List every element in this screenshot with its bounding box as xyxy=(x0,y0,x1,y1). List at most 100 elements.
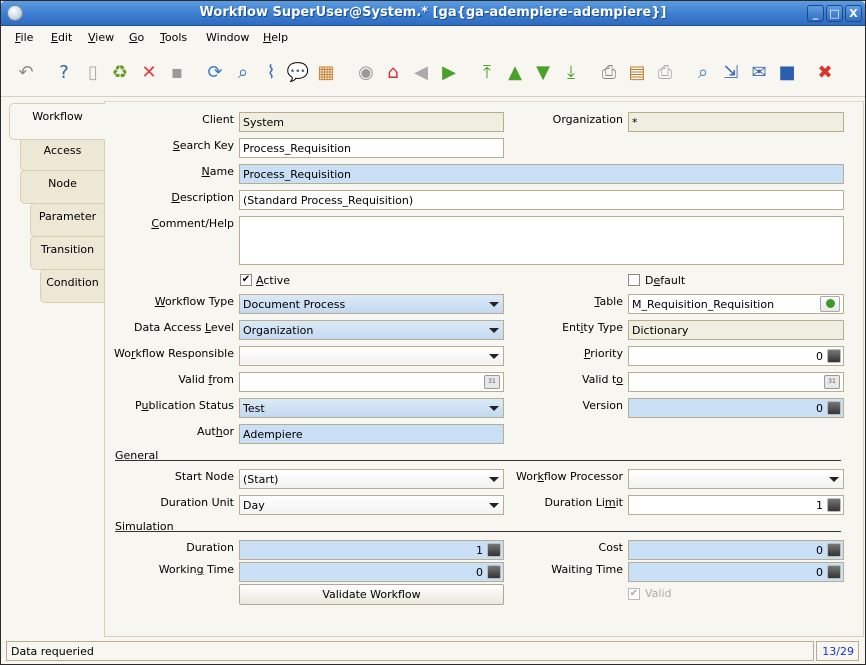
status-bar: Data requeried 13/29 xyxy=(1,638,865,664)
grid-toggle-icon[interactable]: ▦ xyxy=(315,62,337,84)
priority-label: Priority xyxy=(583,347,623,360)
duration-field[interactable]: 1 xyxy=(239,540,504,560)
archive-icon[interactable]: ▤ xyxy=(626,62,648,84)
start-node-value: (Start) xyxy=(243,473,279,486)
search-key-field[interactable]: Process_Requisition xyxy=(239,138,504,158)
menu-go[interactable]: Go xyxy=(129,31,144,44)
menu-file[interactable]: File xyxy=(15,31,33,44)
request-icon[interactable]: ✉ xyxy=(748,62,770,84)
duration-value: 1 xyxy=(476,544,483,557)
calculator-icon[interactable] xyxy=(827,543,841,557)
duration-limit-field[interactable]: 1 xyxy=(628,495,844,515)
copy-record-icon[interactable]: ♻ xyxy=(109,62,131,84)
title-bar: Workflow SuperUser@System.* [ga{ga-ademp… xyxy=(1,1,865,26)
calculator-icon[interactable] xyxy=(827,565,841,579)
name-field[interactable]: Process_Requisition xyxy=(239,164,844,184)
calculator-icon[interactable] xyxy=(487,565,501,579)
workflow-responsible-select[interactable] xyxy=(239,346,504,366)
next-record-icon[interactable]: ▼ xyxy=(532,62,554,84)
workflow-processor-label: Workflow Processor xyxy=(516,470,623,483)
comment-help-label: Comment/Help xyxy=(151,217,234,230)
undo-icon[interactable]: ↶ xyxy=(15,62,37,84)
delete-icon[interactable]: ✕ xyxy=(138,62,160,84)
report-icon[interactable]: ⎙ xyxy=(598,62,620,84)
tab-workflow[interactable]: Workflow xyxy=(9,103,105,140)
valid-to-field[interactable]: 31 xyxy=(628,372,844,392)
menu-view[interactable]: View xyxy=(88,31,114,44)
publication-status-select[interactable]: Test xyxy=(239,398,504,418)
parent-record-icon[interactable]: ◀ xyxy=(410,62,432,84)
product-info-icon[interactable]: ■ xyxy=(776,62,798,84)
find-icon[interactable]: ⌕ xyxy=(232,62,254,84)
home-icon[interactable]: ⌂ xyxy=(382,62,404,84)
save-icon[interactable]: ▪ xyxy=(166,62,188,84)
previous-record-icon[interactable]: ▲ xyxy=(504,62,526,84)
maximize-button[interactable]: □ xyxy=(826,5,843,22)
tab-parameter[interactable]: Parameter xyxy=(30,203,105,237)
calculator-icon[interactable] xyxy=(827,498,841,512)
client-field[interactable]: System xyxy=(239,112,504,132)
calculator-icon[interactable] xyxy=(827,349,841,363)
default-checkbox[interactable] xyxy=(628,274,640,286)
validate-workflow-button[interactable]: Validate Workflow xyxy=(239,584,504,605)
workflow-type-label: Workflow Type xyxy=(154,295,234,308)
valid-from-field[interactable]: 31 xyxy=(239,372,504,392)
duration-limit-value: 1 xyxy=(816,499,823,512)
calendar-icon[interactable]: 31 xyxy=(484,375,500,389)
workflow-window: Workflow SuperUser@System.* [ga{ga-ademp… xyxy=(0,0,866,665)
priority-field[interactable]: 0 xyxy=(628,346,844,366)
data-access-level-select[interactable]: Organization xyxy=(239,320,504,340)
table-field[interactable]: M_Requisition_Requisition xyxy=(628,294,844,314)
valid-checkbox: ✔ xyxy=(628,588,640,600)
tab-transition[interactable]: Transition xyxy=(30,236,105,270)
version-field[interactable]: 0 xyxy=(628,398,844,418)
comment-help-field[interactable] xyxy=(239,216,844,265)
workflow-processor-select[interactable] xyxy=(628,469,844,489)
chevron-down-icon xyxy=(489,328,499,333)
active-checkbox[interactable]: ✔ xyxy=(240,274,252,286)
help-icon[interactable]: ? xyxy=(53,62,75,84)
publication-status-value: Test xyxy=(243,402,265,415)
author-field[interactable]: Adempiere xyxy=(239,424,504,444)
entity-type-field[interactable]: Dictionary xyxy=(628,320,844,340)
toolbar: ↶? ▯ ♻ ✕ ▪ ⟳ ⌕ ⌇ 💬 ▦ ◉ ⌂ ◀ ▶ ⤒ ▲ ▼ ⤓ ⎙ ▤ ⎙ ⌕ ⇲ ✉ ■ ✖ xyxy=(1,49,865,97)
duration-unit-value: Day xyxy=(243,499,265,512)
minimize-button[interactable]: _ xyxy=(807,5,824,22)
calendar-icon[interactable]: 31 xyxy=(824,375,840,389)
menu-tools[interactable]: Tools xyxy=(160,31,187,44)
detail-record-icon[interactable]: ▶ xyxy=(438,62,460,84)
calculator-icon[interactable] xyxy=(827,401,841,415)
menu-window[interactable]: Window xyxy=(206,31,249,44)
start-node-select[interactable]: (Start) xyxy=(239,469,504,489)
new-record-icon[interactable]: ▯ xyxy=(82,62,104,84)
description-field[interactable]: (Standard Process_Requisition) xyxy=(239,190,844,210)
tab-condition[interactable]: Condition xyxy=(40,269,105,303)
history-icon[interactable]: ◉ xyxy=(355,62,377,84)
attachment-icon[interactable]: ⌇ xyxy=(260,62,282,84)
tab-node[interactable]: Node xyxy=(20,170,105,204)
cost-field[interactable]: 0 xyxy=(628,540,844,560)
active-workflows-icon[interactable]: ⇲ xyxy=(720,62,742,84)
exit-icon[interactable]: ✖ xyxy=(814,62,836,84)
working-time-field[interactable]: 0 xyxy=(239,562,504,582)
record-count: 13/29 xyxy=(816,641,859,661)
lookup-icon[interactable] xyxy=(820,296,840,312)
chat-icon[interactable]: 💬 xyxy=(287,62,309,84)
tab-access[interactable]: Access xyxy=(20,137,105,171)
menu-help[interactable]: Help xyxy=(263,31,288,44)
print-icon[interactable]: ⎙ xyxy=(654,62,676,84)
organization-field[interactable]: * xyxy=(628,112,844,132)
first-record-icon[interactable]: ⤒ xyxy=(476,62,498,84)
chevron-down-icon xyxy=(829,477,839,482)
refresh-icon[interactable]: ⟳ xyxy=(204,62,226,84)
zoom-across-icon[interactable]: ⌕ xyxy=(692,62,714,84)
last-record-icon[interactable]: ⤓ xyxy=(560,62,582,84)
waiting-time-field[interactable]: 0 xyxy=(628,562,844,582)
close-button[interactable]: X xyxy=(845,5,862,22)
menu-edit[interactable]: Edit xyxy=(51,31,72,44)
calculator-icon[interactable] xyxy=(487,543,501,557)
duration-unit-select[interactable]: Day xyxy=(239,495,504,515)
duration-label: Duration xyxy=(186,541,234,554)
status-message: Data requeried xyxy=(6,641,814,661)
workflow-type-select[interactable]: Document Process xyxy=(239,294,504,314)
